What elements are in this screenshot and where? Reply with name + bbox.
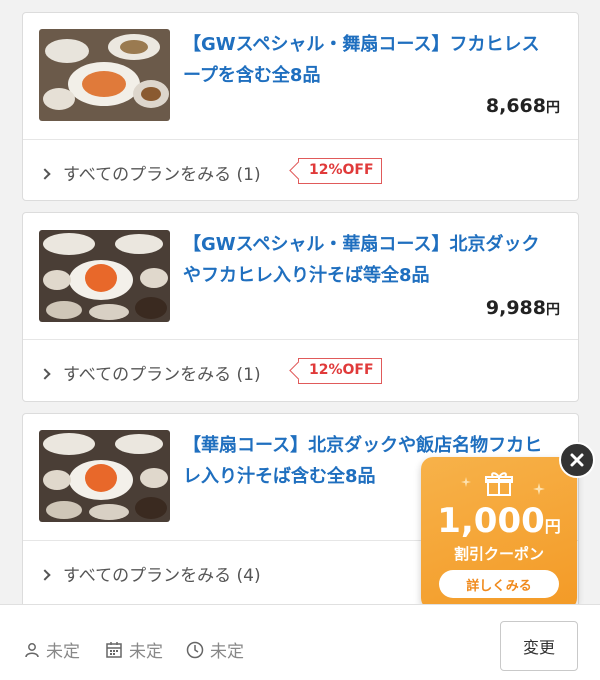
see-all-link[interactable]: すべてのプランをみる (1): [39, 360, 261, 385]
plan-title[interactable]: 【GWスペシャル・華扇コース】北京ダックやフカヒレ入り汁そば等全8品: [183, 229, 556, 291]
close-coupon-button[interactable]: [559, 442, 595, 478]
coupon-amount-value: 1,000: [437, 501, 545, 541]
see-all-row[interactable]: すべてのプランをみる (1) 12%OFF: [23, 139, 578, 201]
plan-thumbnail[interactable]: [39, 29, 170, 121]
coupon-label: 割引クーポン: [453, 545, 544, 563]
plan-card[interactable]: 【GWスペシャル・華扇コース】北京ダックやフカヒレ入り汁そば等全8品 9,988…: [22, 212, 579, 402]
discount-badge: 12%OFF: [298, 358, 382, 384]
bottom-bar: 未定 未定 未定 変更: [0, 604, 600, 680]
plan-thumbnail[interactable]: [39, 430, 170, 522]
discount-badge-label: 12%OFF: [309, 162, 374, 178]
plan-title[interactable]: 【GWスペシャル・舞扇コース】フカヒレスープを含む全8品: [183, 29, 556, 91]
coupon-detail-button[interactable]: 詳しくみる: [439, 570, 559, 598]
see-all-link[interactable]: すべてのプランをみる (4): [39, 561, 261, 586]
price-value: 9,988: [485, 297, 546, 319]
sparkle-icon: [533, 483, 545, 495]
see-all-label: すべてのプランをみる (4): [63, 566, 261, 586]
price-unit: 円: [546, 302, 560, 318]
calendar-icon: [106, 641, 122, 658]
date-value: 未定: [129, 642, 163, 662]
change-button[interactable]: 変更: [500, 621, 578, 671]
plan-thumbnail[interactable]: [39, 230, 170, 322]
plan-price: 8,668円: [486, 95, 560, 117]
price-value: 8,668: [485, 95, 546, 117]
plan-price: 9,988円: [486, 297, 560, 319]
price-unit: 円: [546, 100, 560, 116]
see-all-label: すべてのプランをみる (1): [63, 365, 261, 385]
people-value: 未定: [46, 642, 80, 662]
gift-icon: [485, 472, 513, 496]
see-all-link[interactable]: すべてのプランをみる (1): [39, 160, 261, 185]
sparkle-icon: [461, 477, 471, 487]
see-all-row[interactable]: すべてのプランをみる (1) 12%OFF: [23, 339, 578, 401]
see-all-label: すべてのプランをみる (1): [63, 165, 261, 185]
person-icon: [25, 642, 39, 657]
chevron-right-icon: [39, 368, 51, 380]
discount-badge-label: 12%OFF: [309, 362, 374, 378]
close-icon: [570, 453, 584, 467]
discount-badge: 12%OFF: [298, 158, 382, 184]
plan-card-main[interactable]: 【GWスペシャル・舞扇コース】フカヒレスープを含む全8品 8,668円: [23, 13, 578, 139]
plan-card[interactable]: 【GWスペシャル・舞扇コース】フカヒレスープを含む全8品 8,668円 すべての…: [22, 12, 579, 201]
chevron-right-icon: [39, 168, 51, 180]
people-selector[interactable]: 未定: [24, 637, 80, 662]
time-value: 未定: [210, 642, 244, 662]
coupon-amount-unit: 円: [544, 517, 561, 536]
coupon-amount: 1,000円: [421, 501, 577, 541]
date-selector[interactable]: 未定: [105, 637, 163, 662]
chevron-right-icon: [39, 569, 51, 581]
coupon-banner[interactable]: 1,000円 割引クーポン 詳しくみる: [421, 457, 577, 610]
clock-icon: [186, 641, 204, 658]
time-selector[interactable]: 未定: [186, 637, 244, 662]
plan-card-main[interactable]: 【GWスペシャル・華扇コース】北京ダックやフカヒレ入り汁そば等全8品 9,988…: [23, 213, 578, 339]
